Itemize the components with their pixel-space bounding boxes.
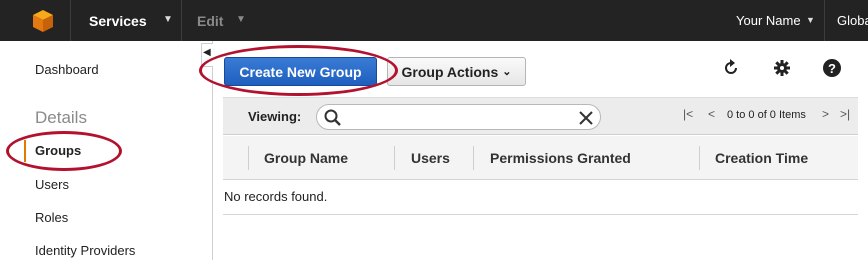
column-header-group-name[interactable]: Group Name (264, 150, 348, 166)
filter-bar: Viewing: |< < 0 to 0 of 0 Items > >| (223, 97, 858, 135)
group-actions-button[interactable]: Group Actions ⌄ (387, 57, 526, 86)
pagination-text: 0 to 0 of 0 Items (727, 109, 806, 121)
sidebar-item-users[interactable]: Users (35, 177, 69, 192)
column-divider (394, 146, 395, 170)
topbar-divider (181, 0, 182, 41)
sidebar-section-heading: Details (35, 108, 87, 127)
gear-icon[interactable] (771, 57, 793, 79)
sidebar-item-identity-providers[interactable]: Identity Providers (35, 243, 135, 258)
collapse-arrow-icon[interactable]: ◀ (203, 47, 211, 58)
services-menu[interactable]: Services (89, 13, 147, 29)
chevron-down-icon: ▼ (806, 15, 815, 25)
search-input[interactable] (345, 108, 565, 126)
first-page-icon[interactable]: |< (683, 107, 693, 121)
region-menu[interactable]: Global (837, 13, 868, 28)
refresh-icon[interactable] (720, 57, 742, 79)
svg-text:?: ? (828, 61, 836, 76)
help-icon[interactable]: ? (821, 57, 843, 79)
previous-page-icon[interactable]: < (708, 107, 715, 121)
chevron-down-icon: ▼ (163, 14, 173, 25)
search-icon (324, 109, 341, 126)
active-item-indicator (24, 140, 26, 162)
column-header-permissions-granted[interactable]: Permissions Granted (490, 150, 631, 166)
viewing-label: Viewing: (248, 109, 302, 124)
chevron-down-icon: ▼ (236, 14, 246, 25)
chevron-down-icon: ⌄ (502, 66, 512, 78)
column-divider (699, 146, 700, 170)
sidebar-item-groups[interactable]: Groups (35, 143, 81, 158)
search-box[interactable] (316, 104, 601, 130)
topbar-divider (70, 0, 71, 41)
user-menu[interactable]: Your Name (736, 13, 801, 28)
top-navigation-bar: Services ▼ Edit ▼ Your Name ▼ Global (0, 0, 868, 41)
aws-logo-icon[interactable] (31, 9, 55, 33)
sidebar-item-roles[interactable]: Roles (35, 210, 68, 225)
table-divider (223, 214, 858, 215)
group-actions-label: Group Actions (401, 63, 499, 80)
edit-menu[interactable]: Edit (197, 13, 223, 29)
column-header-creation-time[interactable]: Creation Time (715, 150, 808, 166)
column-header-users[interactable]: Users (411, 150, 450, 166)
empty-table-message: No records found. (224, 189, 328, 204)
sidebar-item-dashboard[interactable]: Dashboard (35, 62, 99, 77)
column-divider (473, 146, 474, 170)
table-header: Group Name Users Permissions Granted Cre… (223, 136, 858, 180)
last-page-icon[interactable]: >| (840, 107, 850, 121)
next-page-icon[interactable]: > (822, 107, 829, 121)
column-divider (248, 146, 249, 170)
topbar-divider (824, 0, 825, 41)
clear-search-icon[interactable] (577, 109, 595, 127)
sidebar: Dashboard Details Groups Users Roles Ide… (0, 41, 213, 260)
create-new-group-button[interactable]: Create New Group (224, 57, 377, 86)
